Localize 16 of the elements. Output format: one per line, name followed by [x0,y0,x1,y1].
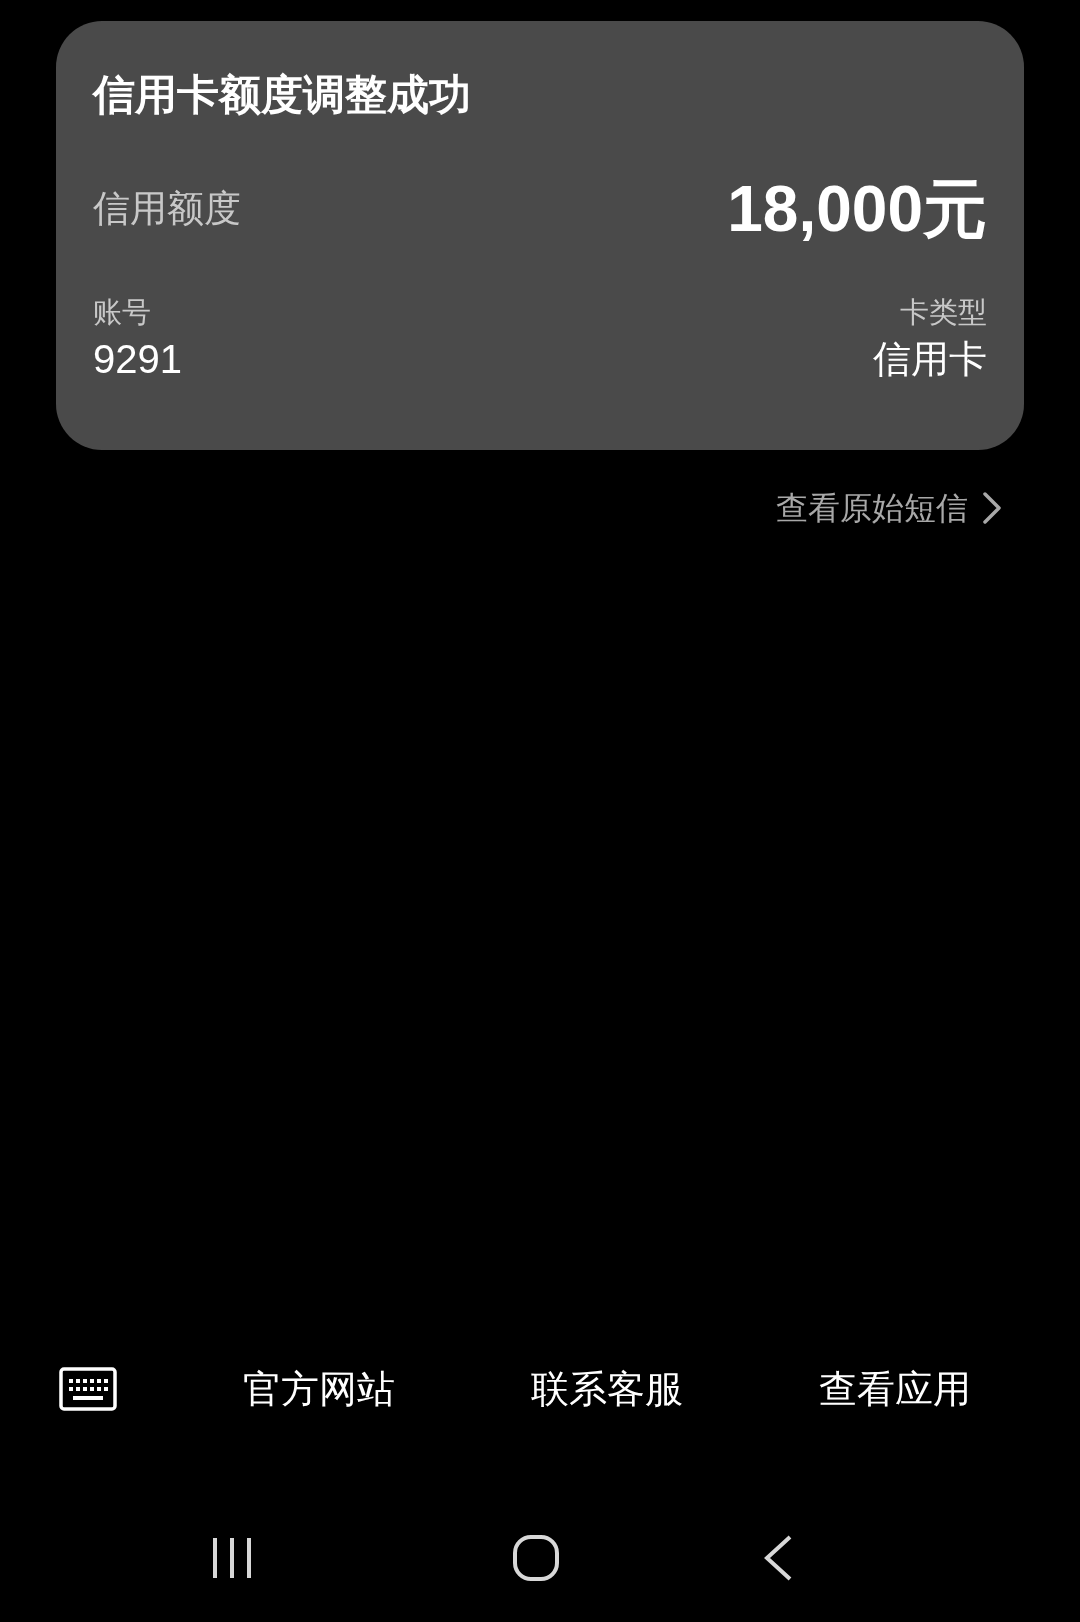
action-button[interactable]: 查看应用 [751,1364,1039,1414]
home-icon[interactable] [513,1535,559,1581]
card-title: 信用卡额度调整成功 [93,70,471,120]
back-icon[interactable] [762,1534,794,1582]
account-number: 9291 [93,336,182,383]
card-type-label: 卡类型 [900,295,987,330]
view-original-sms-link[interactable]: 查看原始短信 [776,486,1002,530]
keyboard-icon[interactable] [58,1367,117,1411]
chevron-right-icon [982,491,1002,525]
action-button[interactable]: 官方网站 [175,1364,463,1414]
account-label: 账号 [93,295,151,330]
card-type: 信用卡 [873,337,987,382]
limit-amount: 18,000元 [727,172,987,247]
action-button[interactable]: 联系客服 [463,1364,751,1414]
recent-apps-icon[interactable] [211,1536,253,1580]
limit-label: 信用额度 [93,187,241,231]
